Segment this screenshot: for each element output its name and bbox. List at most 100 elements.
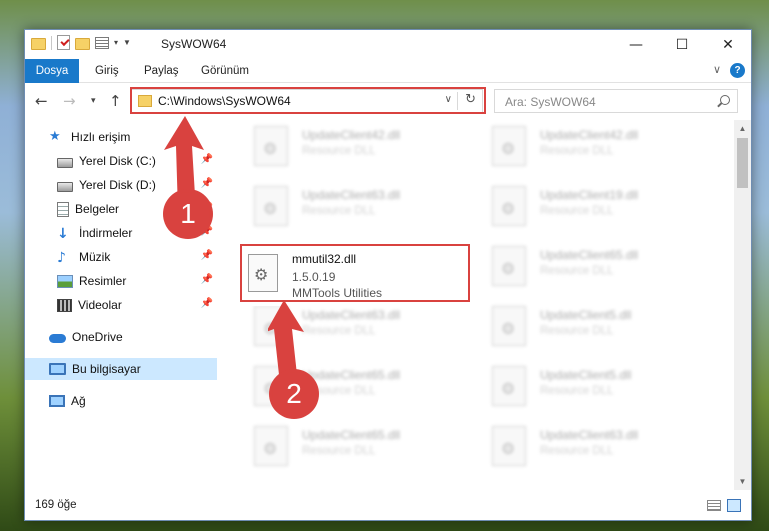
list-item[interactable]: UpdateClient5.dll Resource DLL bbox=[480, 300, 710, 356]
dll-file-icon bbox=[492, 126, 526, 166]
address-bar[interactable]: C:\Windows\SysWOW64 ∨ ↻ bbox=[131, 89, 483, 113]
file-type: Resource DLL bbox=[540, 265, 614, 277]
dll-file-icon bbox=[254, 426, 288, 466]
status-bar: 169 öğe bbox=[25, 490, 751, 520]
tiles-view-icon[interactable] bbox=[727, 499, 741, 512]
properties-check-icon[interactable] bbox=[57, 35, 70, 50]
tab-view[interactable]: Görünüm bbox=[201, 59, 249, 83]
sidebar-item-label: Resimler bbox=[79, 274, 127, 288]
quick-access-toolbar: ▾ ▼ bbox=[31, 35, 131, 50]
file-type: Resource DLL bbox=[302, 205, 376, 217]
sidebar-item-label: Yerel Disk (C:) bbox=[79, 154, 156, 168]
file-type: Resource DLL bbox=[540, 325, 614, 337]
tab-file[interactable]: Dosya bbox=[25, 59, 79, 83]
file-name: UpdateClient19.dll bbox=[540, 188, 639, 202]
search-icon[interactable] bbox=[720, 95, 730, 105]
explorer-window: ▾ ▼ SysWOW64 — ☐ ✕ Dosya Giriş Paylaş Gö… bbox=[24, 29, 752, 521]
scroll-up-icon[interactable]: ▲ bbox=[734, 120, 751, 137]
window-title: SysWOW64 bbox=[161, 37, 227, 51]
scroll-down-icon[interactable]: ▼ bbox=[734, 473, 751, 490]
list-item[interactable]: UpdateClient42.dll Resource DLL bbox=[480, 120, 710, 176]
address-dropdown-icon[interactable]: ∨ bbox=[445, 94, 452, 105]
details-view-icon[interactable] bbox=[707, 500, 721, 511]
sidebar-item-label: Belgeler bbox=[75, 202, 120, 216]
star-icon: ★ bbox=[49, 129, 61, 144]
new-folder-icon[interactable] bbox=[75, 38, 90, 50]
folder-icon bbox=[138, 95, 152, 107]
music-icon: ♪ bbox=[57, 250, 66, 266]
search-input[interactable]: Ara: SysWOW64 bbox=[505, 95, 596, 109]
sidebar-item-label: Ağ bbox=[71, 394, 86, 408]
divider bbox=[51, 35, 52, 50]
network-icon bbox=[49, 395, 65, 407]
sidebar-item-videos[interactable]: Videolar 📌 bbox=[25, 294, 217, 316]
file-name: UpdateClient42.dll bbox=[302, 128, 401, 142]
ribbon-tabs: Dosya Giriş Paylaş Görünüm ∨ ? bbox=[25, 59, 751, 83]
sidebar-item-label: Videolar bbox=[78, 298, 122, 312]
expand-ribbon-icon[interactable]: ∨ bbox=[713, 63, 721, 76]
file-highlight-box bbox=[240, 244, 470, 302]
sidebar-item-label: Yerel Disk (D:) bbox=[79, 178, 156, 192]
file-name: UpdateClient63.dll bbox=[540, 428, 639, 442]
sidebar-item-music[interactable]: ♪ Müzik 📌 bbox=[25, 246, 217, 268]
sidebar-item-label: Hızlı erişim bbox=[71, 130, 131, 144]
file-type: Resource DLL bbox=[302, 145, 376, 157]
file-type: Resource DLL bbox=[540, 385, 614, 397]
pin-icon[interactable]: 📌 bbox=[201, 298, 213, 309]
file-name: UpdateClient5.dll bbox=[540, 368, 632, 382]
sidebar-item-label: İndirmeler bbox=[79, 226, 133, 240]
refresh-icon[interactable]: ↻ bbox=[465, 92, 476, 107]
list-item[interactable]: UpdateClient65.dll Resource DLL bbox=[480, 240, 710, 296]
help-icon[interactable]: ? bbox=[730, 63, 745, 78]
customize-icon[interactable] bbox=[95, 36, 109, 49]
vertical-scrollbar[interactable]: ▲ ▼ bbox=[734, 120, 751, 490]
address-path[interactable]: C:\Windows\SysWOW64 bbox=[158, 94, 291, 108]
maximize-button[interactable]: ☐ bbox=[659, 30, 705, 59]
qat-customize-arrow-icon[interactable]: ▼ bbox=[123, 38, 131, 47]
videos-icon bbox=[57, 298, 72, 312]
computer-icon bbox=[49, 363, 66, 375]
qat-dropdown-icon[interactable]: ▾ bbox=[114, 38, 118, 47]
list-item[interactable]: UpdateClient63.dll Resource DLL bbox=[480, 420, 710, 476]
search-box[interactable]: Ara: SysWOW64 bbox=[494, 89, 738, 113]
up-icon[interactable]: ↑ bbox=[109, 92, 122, 110]
list-item[interactable]: UpdateClient65.dll Resource DLL bbox=[242, 420, 472, 476]
tab-home[interactable]: Giriş bbox=[95, 59, 119, 83]
pictures-icon bbox=[57, 274, 73, 288]
close-button[interactable]: ✕ bbox=[705, 30, 751, 59]
sidebar-item-network[interactable]: Ağ bbox=[25, 390, 217, 412]
list-item[interactable]: UpdateClient5.dll Resource DLL bbox=[480, 360, 710, 416]
file-name: UpdateClient65.dll bbox=[302, 428, 401, 442]
dll-file-icon bbox=[492, 186, 526, 226]
sidebar-item-this-pc[interactable]: Bu bilgisayar bbox=[25, 358, 217, 380]
dll-file-icon bbox=[492, 306, 526, 346]
dll-file-icon bbox=[254, 126, 288, 166]
sidebar-item-label: OneDrive bbox=[72, 330, 123, 344]
scroll-thumb[interactable] bbox=[737, 138, 748, 188]
file-type: Resource DLL bbox=[540, 205, 614, 217]
minimize-button[interactable]: — bbox=[613, 30, 659, 59]
back-icon[interactable]: ← bbox=[35, 92, 48, 110]
dll-file-icon bbox=[492, 426, 526, 466]
sidebar-item-onedrive[interactable]: OneDrive bbox=[25, 326, 217, 348]
sidebar-item-label: Bu bilgisayar bbox=[72, 362, 141, 376]
pin-icon[interactable]: 📌 bbox=[201, 274, 213, 285]
file-name: UpdateClient5.dll bbox=[540, 308, 632, 322]
sidebar-item-pictures[interactable]: Resimler 📌 bbox=[25, 270, 217, 292]
disk-icon bbox=[57, 181, 73, 192]
pin-icon[interactable]: 📌 bbox=[201, 250, 213, 261]
file-type: Resource DLL bbox=[540, 145, 614, 157]
navigation-bar: ← → ▾ ↑ C:\Windows\SysWOW64 ∨ ↻ Ara: Sys… bbox=[25, 84, 751, 118]
list-item[interactable]: UpdateClient19.dll Resource DLL bbox=[480, 180, 710, 236]
onedrive-icon bbox=[49, 334, 66, 343]
sidebar-item-label: Müzik bbox=[79, 250, 111, 264]
list-item[interactable]: UpdateClient63.dll Resource DLL bbox=[242, 180, 472, 236]
file-type: Resource DLL bbox=[302, 445, 376, 457]
file-name: UpdateClient63.dll bbox=[302, 188, 401, 202]
item-count: 169 öğe bbox=[35, 499, 77, 511]
downloads-icon: ↓ bbox=[57, 226, 69, 242]
tab-share[interactable]: Paylaş bbox=[144, 59, 179, 83]
list-item[interactable]: UpdateClient42.dll Resource DLL bbox=[242, 120, 472, 176]
forward-icon[interactable]: → bbox=[63, 92, 76, 110]
recent-locations-icon[interactable]: ▾ bbox=[91, 96, 96, 106]
